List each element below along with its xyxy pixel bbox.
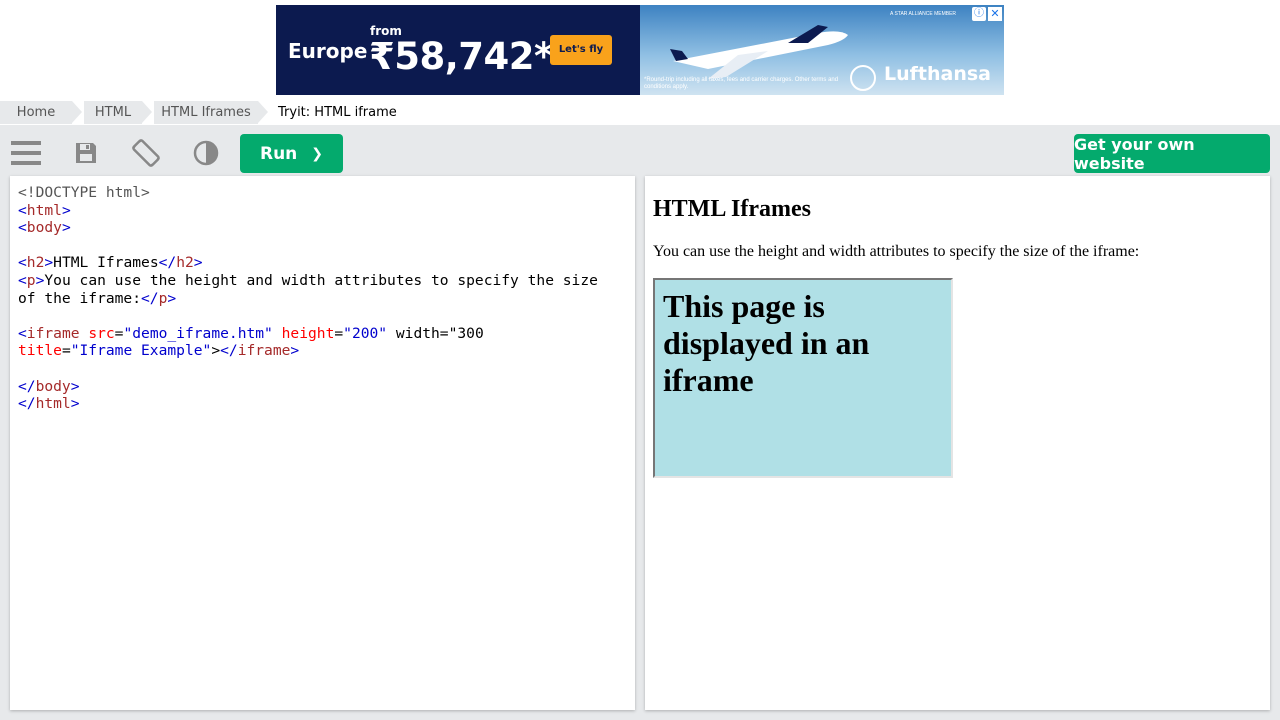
- breadcrumb-current: Tryit: HTML iframe: [278, 105, 397, 120]
- result-heading: HTML Iframes: [653, 196, 811, 222]
- get-own-website-button[interactable]: Get your own website: [1074, 134, 1270, 173]
- airplane-icon: [670, 25, 848, 79]
- ad-alliance-text: A STAR ALLIANCE MEMBER: [890, 11, 957, 17]
- ad-price: ₹58,742*: [369, 35, 553, 78]
- breadcrumb-html[interactable]: HTML: [84, 101, 142, 124]
- ad-image-panel: A STAR ALLIANCE MEMBER *Round-trip inclu…: [640, 5, 1004, 95]
- breadcrumb-html-iframes[interactable]: HTML Iframes: [154, 101, 258, 124]
- ad-banner[interactable]: Europe from ₹58,742* Let's fly A STAR AL…: [276, 5, 1004, 95]
- result-pane: HTML Iframes You can use the height and …: [645, 176, 1270, 710]
- ad-close-icon[interactable]: ✕: [988, 7, 1002, 21]
- rotate-icon[interactable]: [130, 137, 162, 169]
- breadcrumb-separator: [258, 101, 268, 123]
- run-button-label: Run: [259, 143, 298, 164]
- run-button[interactable]: Run ❯: [240, 134, 343, 173]
- code-content[interactable]: <!DOCTYPE html> <html> <body> <h2>HTML I…: [18, 184, 598, 413]
- code-editor[interactable]: <!DOCTYPE html> <html> <body> <h2>HTML I…: [10, 176, 635, 710]
- ad-cta-button[interactable]: Let's fly: [550, 35, 612, 65]
- save-icon[interactable]: [70, 137, 102, 169]
- ad-terms: *Round-trip including all taxes, fees an…: [644, 77, 839, 90]
- ad-info-icon[interactable]: ⓘ: [972, 7, 986, 21]
- breadcrumb-separator: [142, 101, 152, 123]
- result-paragraph: You can use the height and width attribu…: [653, 243, 1140, 260]
- iframe-example[interactable]: This page is displayed in an iframe: [653, 278, 953, 478]
- chevron-right-icon: ❯: [311, 145, 324, 162]
- breadcrumb-home[interactable]: Home: [0, 101, 72, 124]
- menu-icon[interactable]: [10, 137, 42, 169]
- ad-brand: Lufthansa: [884, 63, 991, 85]
- get-own-website-label: Get your own website: [1074, 134, 1195, 173]
- contrast-icon[interactable]: [190, 137, 222, 169]
- breadcrumb-separator: [72, 101, 82, 123]
- iframe-heading: This page is displayed in an iframe: [663, 288, 870, 398]
- ad-destination: Europe: [288, 39, 368, 63]
- lufthansa-logo-icon: [850, 65, 876, 91]
